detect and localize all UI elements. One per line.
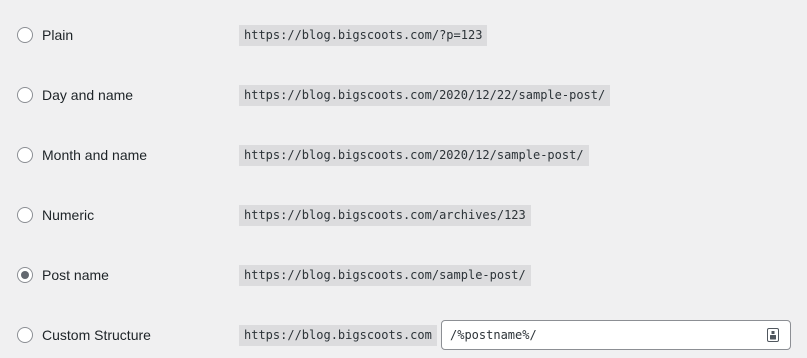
custom-structure-input[interactable]: /%postname%/ — [441, 320, 791, 350]
permalink-option-day-and-name[interactable]: Day and name https://blog.bigscoots.com/… — [0, 78, 807, 114]
url-example: https://blog.bigscoots.com/2020/12/sampl… — [239, 145, 589, 166]
permalink-option-plain[interactable]: Plain https://blog.bigscoots.com/?p=123 — [0, 18, 807, 54]
url-base: https://blog.bigscoots.com — [239, 325, 437, 346]
url-example: https://blog.bigscoots.com/sample-post/ — [239, 265, 531, 286]
permalink-option-numeric[interactable]: Numeric https://blog.bigscoots.com/archi… — [0, 198, 807, 234]
url-example: https://blog.bigscoots.com/archives/123 — [239, 205, 531, 226]
permalink-option-month-and-name[interactable]: Month and name https://blog.bigscoots.co… — [0, 138, 807, 174]
option-label[interactable]: Plain — [42, 26, 73, 44]
radio-plain[interactable] — [17, 27, 33, 43]
option-label[interactable]: Numeric — [42, 206, 94, 224]
radio-day-and-name[interactable] — [17, 87, 33, 103]
radio-month-and-name[interactable] — [17, 147, 33, 163]
radio-numeric[interactable] — [17, 207, 33, 223]
radio-custom-structure[interactable] — [17, 327, 33, 343]
permalink-option-post-name[interactable]: Post name https://blog.bigscoots.com/sam… — [0, 258, 807, 294]
radio-post-name[interactable] — [17, 267, 33, 283]
option-label[interactable]: Post name — [42, 266, 109, 284]
custom-structure-value[interactable]: /%postname%/ — [450, 326, 537, 344]
permalink-option-custom-structure[interactable]: Custom Structure https://blog.bigscoots.… — [0, 318, 807, 354]
url-example: https://blog.bigscoots.com/2020/12/22/sa… — [239, 85, 611, 106]
option-label[interactable]: Month and name — [42, 146, 147, 164]
option-label[interactable]: Custom Structure — [42, 326, 151, 344]
option-label[interactable]: Day and name — [42, 86, 133, 104]
password-manager-icon[interactable] — [767, 328, 779, 342]
url-example: https://blog.bigscoots.com/?p=123 — [239, 25, 488, 46]
